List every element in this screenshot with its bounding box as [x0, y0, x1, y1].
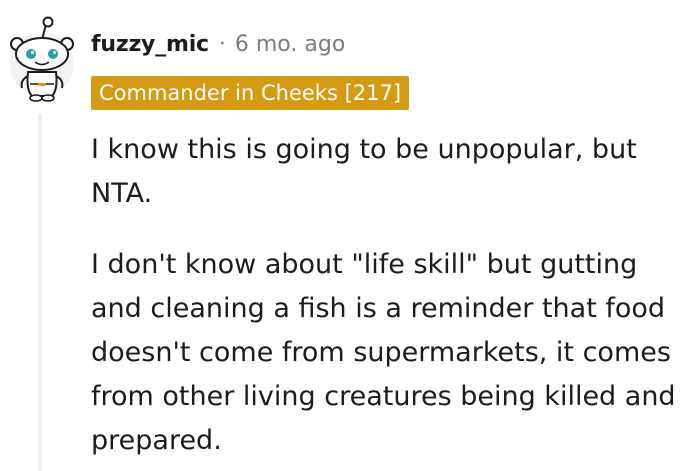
- comment-header: fuzzy_mic · 6 mo. ago: [91, 32, 345, 64]
- comment-paragraph: I know this is going to be unpopular, bu…: [91, 134, 637, 209]
- comment: fuzzy_mic · 6 mo. ago Commander in Cheek…: [0, 0, 700, 471]
- separator-dot: ·: [218, 32, 226, 57]
- avatar[interactable]: [8, 14, 76, 102]
- username-link[interactable]: fuzzy_mic: [91, 32, 209, 57]
- user-flair-badge: Commander in Cheeks [217]: [91, 76, 410, 110]
- comment-body: I know this is going to be unpopular, bu…: [91, 128, 691, 463]
- timestamp-link[interactable]: 6 mo. ago: [235, 32, 345, 57]
- thread-collapse-line[interactable]: [38, 114, 42, 471]
- comment-paragraph: I don't know about "life skill" but gutt…: [91, 249, 676, 456]
- snoo-avatar-icon: [10, 16, 74, 102]
